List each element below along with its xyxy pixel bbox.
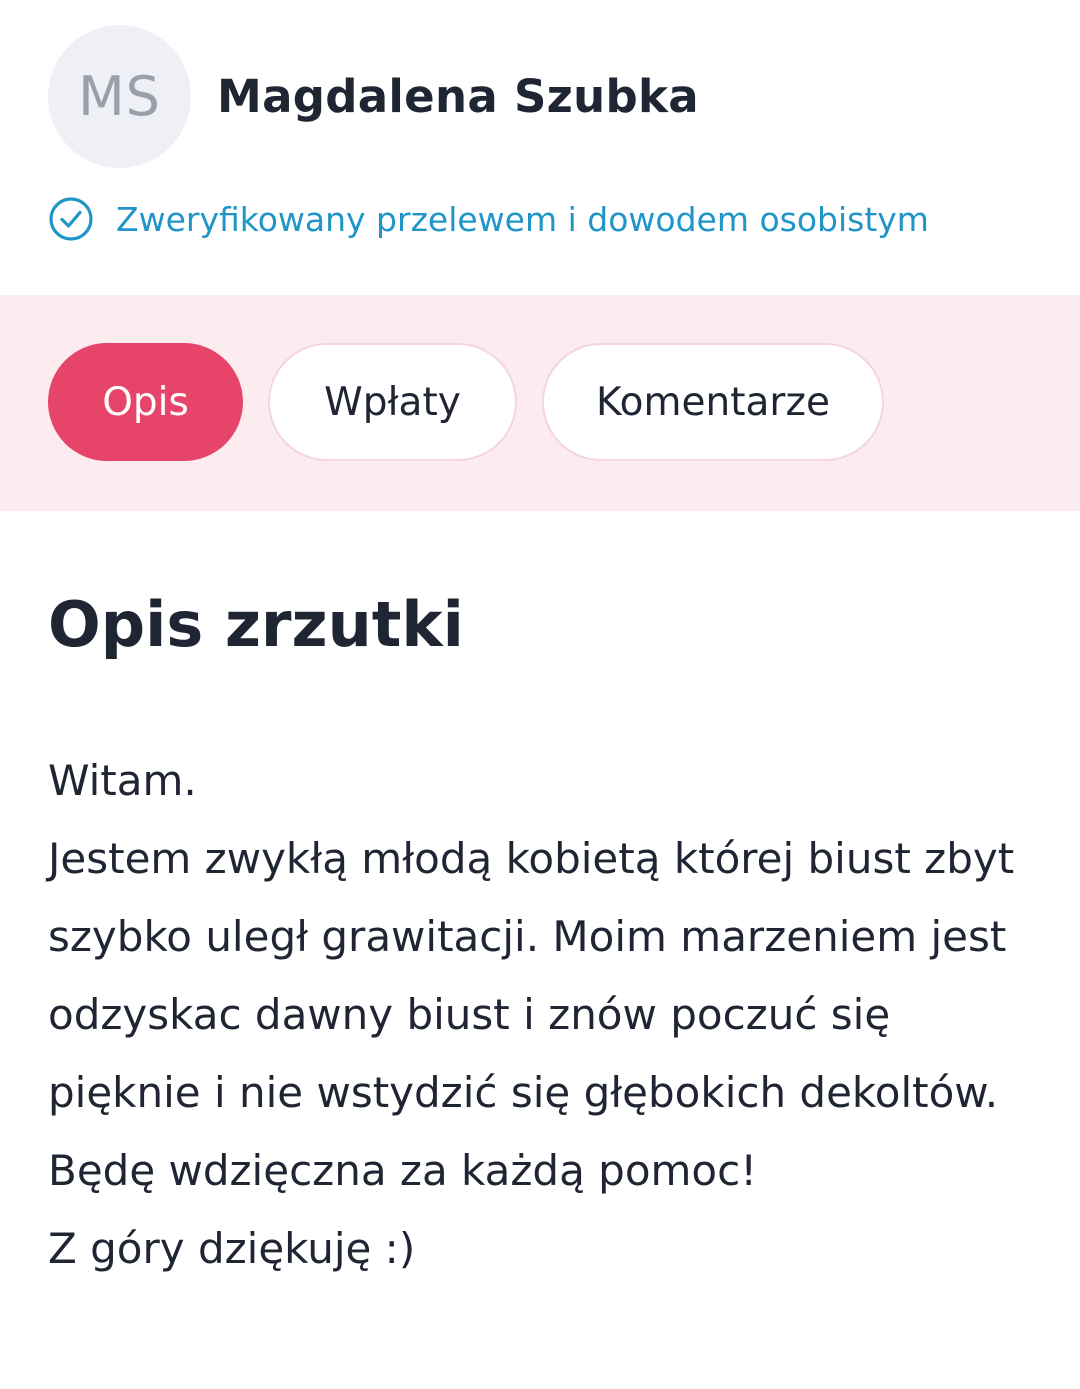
description-paragraph: Jestem zwykłą młodą kobietą której biust… — [48, 834, 1015, 1117]
tab-komentarze[interactable]: Komentarze — [542, 343, 884, 461]
verified-text: Zweryfikowany przelewem i dowodem osobis… — [116, 199, 929, 239]
check-circle-icon — [48, 196, 94, 242]
organizer-header[interactable]: MS Magdalena Szubka — [48, 25, 699, 168]
tab-opis[interactable]: Opis — [48, 343, 243, 461]
description-paragraph: Z góry dziękuję :) — [48, 1224, 416, 1273]
avatar-initials: MS — [78, 65, 161, 128]
avatar[interactable]: MS — [48, 25, 191, 168]
tab-label: Wpłaty — [324, 379, 461, 425]
tab-label: Opis — [102, 379, 189, 425]
description-paragraph: Witam. — [48, 756, 197, 805]
tab-label: Komentarze — [596, 379, 830, 425]
organizer-name[interactable]: Magdalena Szubka — [217, 70, 699, 123]
description-body: Witam. Jestem zwykłą młodą kobietą które… — [48, 742, 1038, 1288]
tab-wplaty[interactable]: Wpłaty — [268, 343, 517, 461]
campaign-page: MS Magdalena Szubka Zweryfikowany przele… — [0, 0, 1080, 1389]
description-paragraph: Będę wdzięczna za każdą pomoc! — [48, 1146, 758, 1195]
tabs-bar: Opis Wpłaty Komentarze — [0, 295, 1080, 511]
verified-badge: Zweryfikowany przelewem i dowodem osobis… — [48, 196, 929, 242]
description-title: Opis zrzutki — [48, 588, 464, 661]
